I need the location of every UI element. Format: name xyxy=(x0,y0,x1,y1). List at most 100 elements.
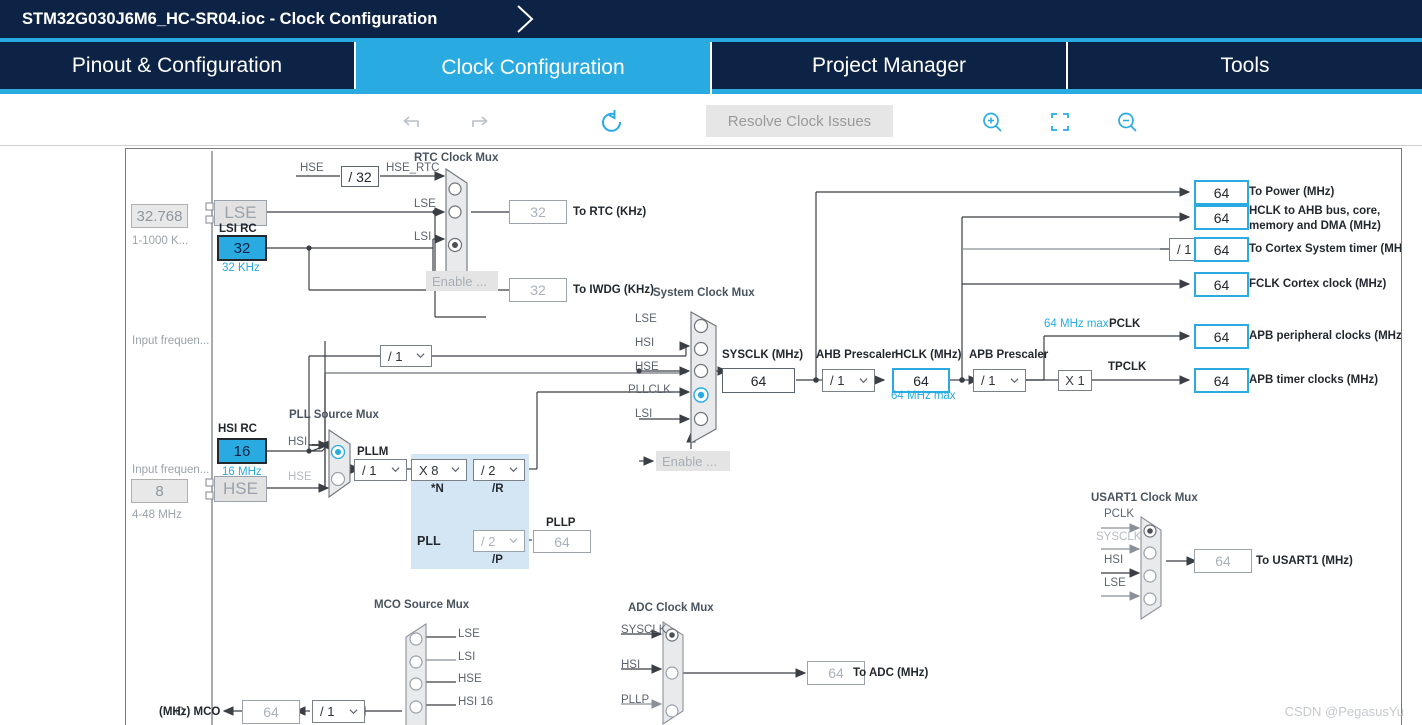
pllr-select[interactable]: / 2 xyxy=(473,459,525,481)
tab-project-manager[interactable]: Project Manager xyxy=(712,42,1068,89)
plln-value: X 8 xyxy=(419,462,439,478)
system-mux-input-hsi-label: HSI xyxy=(635,337,655,349)
pllp-output-label: PLLP xyxy=(546,517,576,529)
lsi-rc-title: LSI RC xyxy=(219,223,257,235)
pllr-value: / 2 xyxy=(481,462,496,478)
mco-divider-value: / 1 xyxy=(320,704,335,719)
mco-mux-input-hse-label: HSE xyxy=(458,673,482,685)
usart1-mux-input-hsi-label: HSI xyxy=(1104,554,1124,566)
usart1-clock-mux-body xyxy=(1140,515,1162,621)
lse-range-label: 1-1000 K... xyxy=(132,235,189,247)
hse-oscillator-box[interactable]: HSE xyxy=(214,476,267,502)
adc-mux-input-sysclk-label: SYSCLK xyxy=(621,624,667,636)
cortex-divider-value: / 1 xyxy=(1177,242,1192,257)
system-mux-input-lsi-label: LSI xyxy=(635,408,653,420)
mco-mux-input-hsi16-label: HSI 16 xyxy=(458,696,494,708)
usart1-clock-mux-title: USART1 Clock Mux xyxy=(1091,492,1198,504)
apb-prescaler-value: / 1 xyxy=(981,373,996,388)
hse-input-frequency-label: Input frequen... xyxy=(132,464,210,476)
chevron-down-icon xyxy=(416,353,425,359)
hse-input-frequency-field[interactable]: 8 xyxy=(131,479,188,503)
hse-rtc-label: HSE_RTC xyxy=(386,162,440,174)
hse-range-label: 4-48 MHz xyxy=(132,509,182,521)
mco-mux-input-lse-label: LSE xyxy=(458,628,480,640)
output-cortex-systimer-value[interactable]: 64 xyxy=(1194,237,1249,262)
fit-to-screen-icon[interactable] xyxy=(1046,108,1074,136)
rtc-mux-input-lsi-label: LSI xyxy=(414,231,432,243)
tab-label: Tools xyxy=(1220,53,1270,77)
system-clock-enable-button[interactable]: Enable ... xyxy=(656,451,730,471)
zoom-out-icon[interactable] xyxy=(1113,108,1141,136)
lsi-rc-value[interactable]: 32 xyxy=(217,235,267,261)
mco-source-mux-body xyxy=(405,622,427,725)
system-clock-mux-body xyxy=(690,311,717,444)
hsi-divider-select[interactable]: / 1 xyxy=(380,345,432,367)
mco-output-label: (MHz) MCO xyxy=(159,706,221,718)
ahb-prescaler-value: / 1 xyxy=(830,373,845,388)
pllp-select[interactable]: / 2 xyxy=(473,530,525,552)
main-tab-bar: Pinout & Configuration Clock Configurati… xyxy=(0,38,1422,94)
hsi-rc-unit: 16 MHz xyxy=(222,466,262,478)
zoom-in-icon[interactable] xyxy=(978,108,1006,136)
system-mux-input-hse-label: HSE xyxy=(635,361,659,373)
chevron-down-icon xyxy=(391,467,400,473)
output-to-power-label: To Power (MHz) xyxy=(1249,186,1335,198)
hse-rtc-divider: / 32 xyxy=(341,166,379,187)
tab-pinout-configuration[interactable]: Pinout & Configuration xyxy=(0,42,356,89)
adc-clock-mux-title: ADC Clock Mux xyxy=(628,602,714,614)
pllp-value: / 2 xyxy=(481,533,496,549)
tab-label: Clock Configuration xyxy=(441,56,625,79)
resolve-clock-issues-button[interactable]: Resolve Clock Issues xyxy=(706,105,893,137)
tab-clock-configuration[interactable]: Clock Configuration xyxy=(356,42,712,94)
refresh-icon[interactable] xyxy=(596,106,628,138)
pll-source-mux-title: PLL Source Mux xyxy=(289,409,379,421)
output-fclk-value[interactable]: 64 xyxy=(1194,272,1249,297)
resolve-label: Resolve Clock Issues xyxy=(727,112,872,130)
watermark: CSDN @PegasusYu xyxy=(1284,704,1404,719)
apb-prescaler-select[interactable]: / 1 xyxy=(973,369,1026,392)
adc-clock-mux-body xyxy=(662,620,684,725)
rtc-enable-button[interactable]: Enable ... xyxy=(426,271,498,291)
clock-tree-canvas[interactable]: Input frequen... 32.768 1-1000 K... LSE … xyxy=(125,148,1402,725)
output-cortex-systimer-label: To Cortex System timer (MHz) xyxy=(1249,243,1402,255)
to-rtc-label: To RTC (KHz) xyxy=(573,206,647,218)
apb-prescaler-label: APB Prescaler xyxy=(969,349,1049,361)
output-apb-peripheral-label: APB peripheral clocks (MHz) xyxy=(1249,330,1402,342)
breadcrumb-arrow-icon xyxy=(517,5,534,33)
hsi-rc-value[interactable]: 16 xyxy=(217,438,267,464)
output-apb-timer-label: APB timer clocks (MHz) xyxy=(1249,374,1379,386)
output-apb-peripheral-value[interactable]: 64 xyxy=(1194,324,1249,349)
to-adc-label: To ADC (MHz) xyxy=(853,667,929,679)
pll-source-mux-body xyxy=(328,428,351,499)
redo-icon[interactable] xyxy=(465,108,493,136)
lse-input-frequency-field[interactable]: 32.768 xyxy=(131,204,188,228)
sysclk-label: SYSCLK (MHz) xyxy=(722,349,804,361)
pllp-output-value: 64 xyxy=(533,530,591,553)
ahb-prescaler-select[interactable]: / 1 xyxy=(822,369,875,392)
plln-select[interactable]: X 8 xyxy=(411,459,467,481)
pll-source-input-hse-label: HSE xyxy=(288,471,312,483)
output-to-power-value[interactable]: 64 xyxy=(1194,180,1249,205)
pllm-select[interactable]: / 1 xyxy=(354,459,407,481)
ahb-prescaler-label: AHB Prescaler xyxy=(816,349,896,361)
system-mux-input-pllclk-label: PLLCLK xyxy=(628,384,671,396)
output-hclk-value[interactable]: 64 xyxy=(1194,205,1249,230)
usart1-mux-input-pclk-label: PCLK xyxy=(1104,508,1135,520)
tab-tools[interactable]: Tools xyxy=(1068,42,1422,89)
to-iwdg-label: To IWDG (KHz) xyxy=(573,284,654,296)
clock-tree-wiring xyxy=(175,151,1222,725)
mco-mux-input-lsi-label: LSI xyxy=(458,651,476,663)
pllr-caption: /R xyxy=(492,483,504,495)
undo-icon[interactable] xyxy=(398,108,426,136)
chevron-down-icon xyxy=(509,467,518,473)
mco-divider-select[interactable]: / 1 xyxy=(312,700,365,723)
pll-panel-label: PLL xyxy=(417,534,441,548)
lse-input-frequency-label: Input frequen... xyxy=(132,335,210,347)
title-bar: STM32G030J6M6_HC-SR04.ioc - Clock Config… xyxy=(0,0,1422,38)
rtc-mux-input-lse-label: LSE xyxy=(414,198,436,210)
output-apb-timer-value[interactable]: 64 xyxy=(1194,368,1249,393)
plln-caption: *N xyxy=(431,483,444,495)
chevron-down-icon xyxy=(859,377,868,383)
hsi-rc-title: HSI RC xyxy=(218,423,257,435)
usart1-mux-input-sysclk-label: SYSCLK xyxy=(1096,531,1142,543)
